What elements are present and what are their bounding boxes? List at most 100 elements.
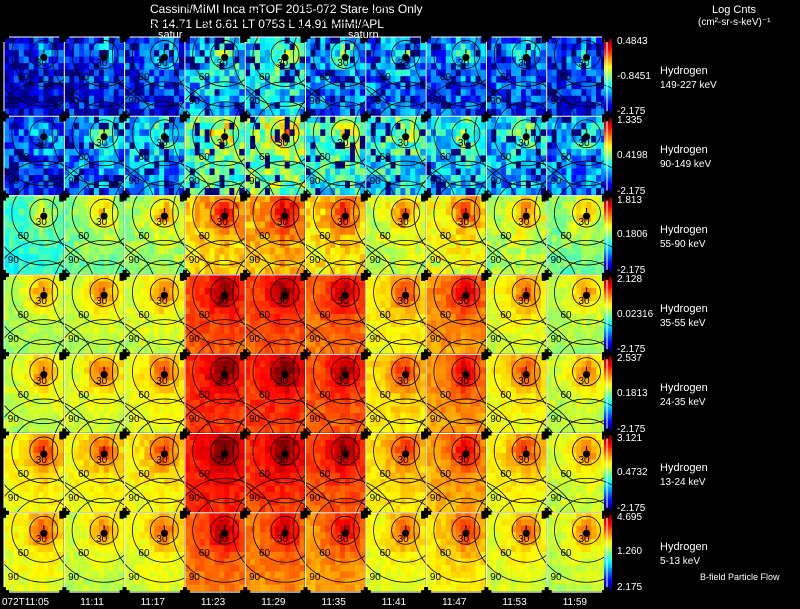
pixel bbox=[530, 69, 537, 77]
pixel bbox=[18, 63, 25, 70]
pixel bbox=[540, 76, 546, 83]
pixel bbox=[390, 202, 396, 209]
pixel bbox=[390, 175, 396, 182]
pixel bbox=[354, 89, 361, 97]
pixel bbox=[299, 155, 305, 163]
pixel bbox=[189, 69, 196, 77]
pixel bbox=[23, 89, 30, 97]
pixel bbox=[320, 129, 326, 137]
pixel bbox=[540, 247, 546, 255]
pixel bbox=[239, 43, 245, 51]
pixel bbox=[475, 148, 481, 156]
pixel bbox=[299, 215, 305, 222]
pixel bbox=[320, 43, 326, 51]
pixel bbox=[540, 43, 546, 51]
pixel bbox=[440, 108, 447, 116]
pixel bbox=[410, 168, 416, 176]
pixel bbox=[496, 56, 502, 64]
pixel bbox=[18, 116, 25, 124]
pixel bbox=[385, 129, 391, 137]
pixel bbox=[455, 175, 461, 182]
pixel bbox=[134, 294, 140, 302]
pixel bbox=[98, 260, 105, 268]
pixel bbox=[79, 43, 85, 51]
pixel bbox=[325, 208, 331, 216]
pixel bbox=[219, 43, 225, 51]
pixel bbox=[8, 228, 15, 236]
pixel bbox=[289, 95, 295, 103]
pixel bbox=[58, 50, 64, 57]
pixel bbox=[546, 63, 552, 70]
pixel bbox=[108, 148, 115, 156]
pixel bbox=[455, 208, 461, 216]
pixel bbox=[13, 63, 20, 70]
pixel bbox=[89, 37, 95, 44]
pixel bbox=[28, 202, 34, 209]
pixel bbox=[501, 267, 507, 275]
pixel bbox=[79, 281, 85, 289]
pixel bbox=[154, 108, 160, 116]
pixel bbox=[445, 82, 452, 90]
pixel bbox=[23, 294, 30, 302]
pixel bbox=[28, 108, 34, 116]
pixel bbox=[354, 76, 361, 83]
pixel bbox=[525, 89, 532, 97]
pixel bbox=[596, 175, 602, 182]
pixel bbox=[305, 234, 311, 242]
pixel bbox=[475, 135, 481, 143]
pixel bbox=[53, 314, 59, 321]
pixel bbox=[118, 63, 124, 70]
pixel bbox=[501, 37, 507, 44]
pixel bbox=[325, 215, 331, 222]
pixel bbox=[124, 215, 130, 222]
pixel bbox=[84, 142, 90, 150]
pixel bbox=[486, 202, 492, 209]
pixel bbox=[84, 56, 90, 64]
pixel bbox=[586, 122, 592, 130]
pixel bbox=[149, 43, 155, 51]
pixel bbox=[591, 215, 597, 222]
pixel bbox=[159, 102, 165, 110]
pixel bbox=[395, 228, 401, 236]
pixel bbox=[305, 122, 311, 130]
pixel bbox=[103, 228, 110, 236]
pixel bbox=[320, 221, 326, 229]
pixel bbox=[420, 221, 426, 229]
pixel bbox=[571, 228, 577, 236]
pixel bbox=[174, 247, 180, 255]
pixel bbox=[264, 221, 271, 229]
pixel bbox=[320, 181, 326, 189]
pixel bbox=[445, 108, 452, 116]
pixel bbox=[470, 254, 476, 262]
pixel bbox=[89, 202, 95, 209]
pixel bbox=[359, 63, 366, 70]
pixel bbox=[43, 188, 49, 195]
pixel bbox=[445, 267, 452, 275]
pixel bbox=[530, 168, 537, 176]
pixel bbox=[194, 221, 201, 229]
pixel bbox=[53, 148, 59, 156]
pixel bbox=[359, 168, 366, 176]
pixel bbox=[551, 148, 557, 156]
pixel bbox=[315, 215, 321, 222]
pixel bbox=[375, 221, 381, 229]
pixel bbox=[144, 221, 150, 229]
pixel bbox=[506, 221, 512, 229]
pixel bbox=[325, 37, 331, 44]
pixel bbox=[89, 116, 95, 124]
pixel bbox=[354, 175, 361, 182]
pixel bbox=[214, 168, 220, 176]
pixel bbox=[209, 95, 215, 103]
pixel bbox=[93, 208, 100, 216]
pixel bbox=[118, 327, 124, 334]
pixel bbox=[164, 202, 170, 209]
pixel bbox=[561, 267, 567, 275]
pixel bbox=[400, 188, 406, 195]
pixel bbox=[4, 202, 10, 209]
pixel bbox=[400, 168, 406, 176]
pixel bbox=[380, 208, 386, 216]
pixel bbox=[108, 129, 115, 137]
pixel bbox=[154, 95, 160, 103]
pixel bbox=[84, 346, 90, 354]
pixel bbox=[470, 168, 476, 176]
